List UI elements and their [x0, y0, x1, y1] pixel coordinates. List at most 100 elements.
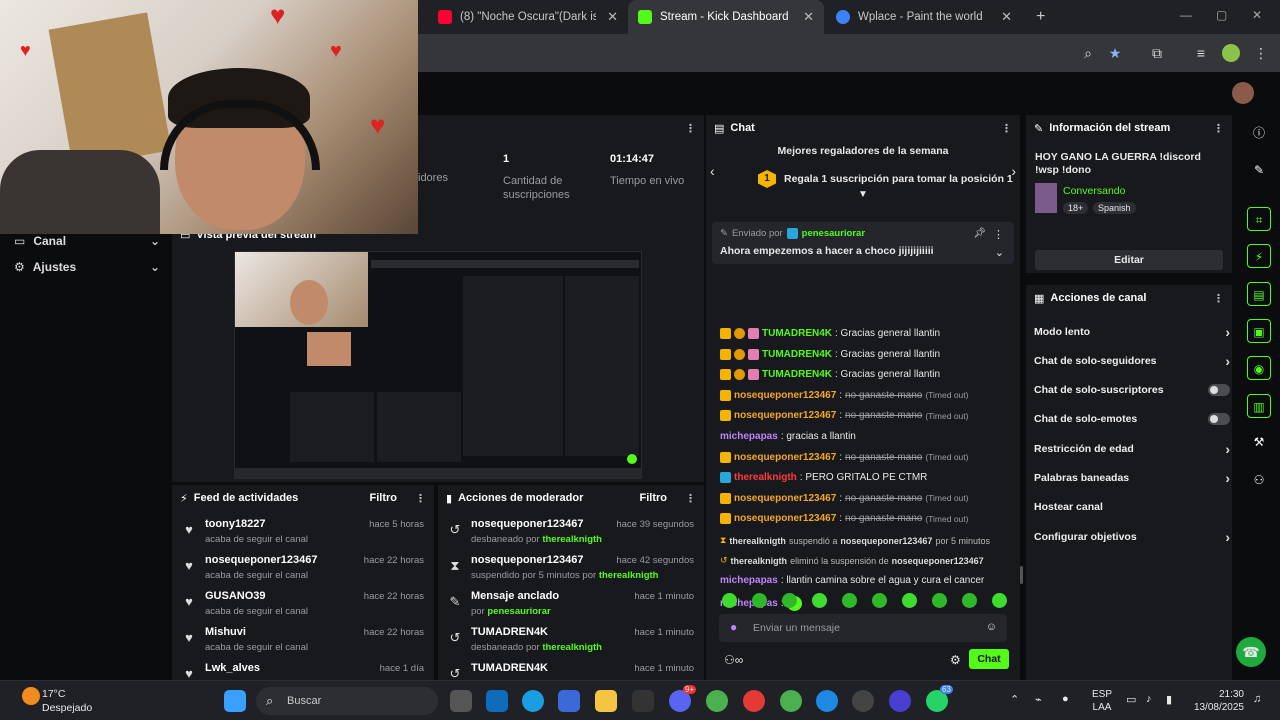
list-icon[interactable]: ▤ [1247, 282, 1271, 306]
menu-dots-icon[interactable]: ⋮ [1252, 44, 1270, 62]
chrome-icon[interactable] [816, 690, 838, 712]
chat-message[interactable]: nosequeponer123467: no ganaste mano (Timed… [720, 492, 968, 504]
app-icon[interactable] [889, 690, 911, 712]
emote-icon[interactable] [752, 593, 767, 608]
username[interactable]: Lwk_alves [205, 662, 260, 674]
action-row[interactable]: Chat de solo-emotes [1026, 405, 1236, 434]
username[interactable]: Mishuvi [205, 626, 246, 638]
chat-username[interactable]: therealknigth [731, 556, 788, 566]
chat-message[interactable]: nosequeponer123467: no ganaste mano (Timed… [720, 513, 968, 525]
list-item[interactable]: ♥ GUSANO39 acaba de seguir el canal hace 22… [172, 587, 434, 623]
mod-target[interactable]: TUMADREN4K [471, 662, 548, 674]
emote-icon[interactable] [812, 593, 827, 608]
chat-message[interactable]: TUMADREN4K: Gracias general llantin [720, 348, 940, 360]
category-name[interactable]: Conversando [1063, 185, 1125, 197]
username[interactable]: toony18227 [205, 518, 266, 530]
chat-username[interactable]: nosequeponer123467 [734, 410, 836, 421]
emote-icon[interactable] [932, 593, 947, 608]
chevron-right-icon[interactable]: › [1225, 353, 1230, 369]
tab-kick-dashboard[interactable]: Stream - Kick Dashboard ✕ [628, 0, 824, 34]
emote-icon[interactable] [992, 593, 1007, 608]
file-explorer-icon[interactable] [595, 690, 617, 712]
tab-wplace[interactable]: Wplace - Paint the world ✕ [826, 4, 1022, 30]
chat-message[interactable]: michepapas: gracias a llantin [720, 431, 856, 442]
list-item[interactable]: ↺ nosequeponer123467 desbaneado por therea… [438, 515, 704, 551]
list-item[interactable]: ♥ Mishuvi acaba de seguir el canal hace 22 … [172, 623, 434, 659]
chat-username[interactable]: nosequeponer123467 [734, 493, 836, 504]
media-icon[interactable]: ≡ [1192, 44, 1210, 62]
mod-target[interactable]: Mensaje anclado [471, 590, 559, 602]
chat-username[interactable]: michepapas [720, 431, 778, 442]
emote-icon[interactable] [842, 593, 857, 608]
toggle-switch[interactable] [1208, 384, 1230, 397]
chrome-icon[interactable] [706, 690, 728, 712]
kebab-icon[interactable]: ⋮ [685, 492, 696, 505]
tab-youtube[interactable]: (8) "Noche Oscura"(Dark is the ✕ [428, 4, 628, 30]
toggle-switch[interactable] [1208, 413, 1230, 426]
list-item[interactable]: ♥ nosequeponer123467 acaba de seguir el ca… [172, 551, 434, 587]
emoji-icon[interactable]: ☺ [986, 621, 997, 633]
gear-icon[interactable]: ⚙ [950, 653, 961, 667]
emote-icon[interactable] [722, 593, 737, 608]
chat-username[interactable]: nosequeponer123467 [734, 513, 836, 524]
username[interactable]: GUSANO39 [205, 590, 266, 602]
kebab-icon[interactable]: ⋮ [1213, 122, 1224, 135]
store-icon[interactable] [558, 690, 580, 712]
chat-username[interactable]: TUMADREN4K [762, 369, 832, 380]
list-item[interactable]: ♥ toony18227 acaba de seguir el canal hace … [172, 515, 434, 551]
close-icon[interactable]: ✕ [1001, 9, 1012, 25]
action-row[interactable]: Restricción de edad › [1026, 434, 1236, 463]
users-icon[interactable]: ⚇∞ [724, 653, 743, 667]
users-icon[interactable]: ⚇ [1247, 468, 1271, 492]
zoom-icon[interactable]: ⌕ [1079, 44, 1097, 62]
pencil-icon[interactable]: ✎ [1247, 158, 1271, 182]
emote-icon[interactable] [962, 593, 977, 608]
info-icon[interactable]: ⓘ [1247, 121, 1271, 145]
network-icon[interactable]: ⌁ [1035, 693, 1042, 706]
maximize-icon[interactable]: ▢ [1216, 8, 1227, 22]
chat-message[interactable]: nosequeponer123467: no ganaste mano (Timed… [720, 389, 968, 401]
broadcast-icon[interactable]: ◉ [1247, 356, 1271, 380]
avatar[interactable] [1232, 82, 1254, 104]
chat-message[interactable]: TUMADREN4K: Gracias general llantin [720, 328, 940, 339]
chat-username[interactable]: therealknigth [734, 472, 797, 483]
chat-message[interactable]: nosequeponer123467: no ganaste mano (Timed… [720, 451, 968, 463]
chat-username[interactable]: TUMADREN4K [762, 349, 832, 360]
list-item[interactable]: ↺ TUMADREN4K desbaneado por therealknigth h… [438, 623, 704, 659]
close-window-icon[interactable]: ✕ [1252, 8, 1262, 22]
filter-button[interactable]: Filtro [640, 492, 668, 504]
chevron-right-icon[interactable]: › [1225, 441, 1230, 457]
sidebar-item-ajustes[interactable]: ⚙ Ajustes ⌄ [14, 260, 160, 274]
list-item[interactable]: ⧗ nosequeponer123467 suspendido por 5 minu… [438, 551, 704, 587]
chat-username[interactable]: nosequeponer123467 [734, 390, 836, 401]
scrollbar[interactable] [1020, 566, 1023, 584]
close-icon[interactable]: ✕ [607, 9, 618, 25]
chat-username[interactable]: michepapas [720, 575, 778, 586]
mod-target[interactable]: TUMADREN4K [471, 626, 548, 638]
filter-button[interactable]: Filtro [370, 492, 398, 504]
edit-button[interactable]: Editar [1035, 250, 1223, 270]
username[interactable]: nosequeponer123467 [205, 554, 318, 566]
display-icon[interactable]: ▭ [1126, 693, 1136, 706]
chevron-right-icon[interactable]: › [1225, 470, 1230, 486]
mod-target[interactable]: nosequeponer123467 [471, 518, 584, 530]
send-chat-button[interactable]: Chat [969, 649, 1009, 669]
extensions-icon[interactable]: ⧉ [1148, 44, 1166, 62]
task-view-icon[interactable] [450, 690, 472, 712]
profile-avatar[interactable] [1222, 44, 1240, 62]
mic-icon[interactable]: ● [730, 620, 737, 634]
chat-message[interactable]: nosequeponer123467: no ganaste mano (Timed… [720, 410, 968, 422]
mod-actor[interactable]: therealknigth [599, 570, 659, 581]
stream-preview-video[interactable] [234, 251, 642, 479]
chevron-up-icon[interactable]: ⌃ [1010, 693, 1019, 706]
kebab-icon[interactable]: ⋮ [1213, 292, 1224, 305]
action-row[interactable]: Hostear canal [1026, 493, 1236, 522]
chat-username[interactable]: TUMADREN4K [762, 328, 832, 339]
sidebar-item-canal[interactable]: ▭ Canal ⌄ [14, 234, 160, 248]
chat-icon[interactable]: ▣ [1247, 319, 1271, 343]
volume-icon[interactable]: ♪ [1146, 693, 1152, 705]
terminal-icon[interactable] [632, 690, 654, 712]
windows-start-icon[interactable] [224, 690, 246, 712]
chevron-right-icon[interactable]: › [1225, 529, 1230, 545]
chat-input[interactable]: ● Enviar un mensaje ☺ [719, 614, 1007, 642]
